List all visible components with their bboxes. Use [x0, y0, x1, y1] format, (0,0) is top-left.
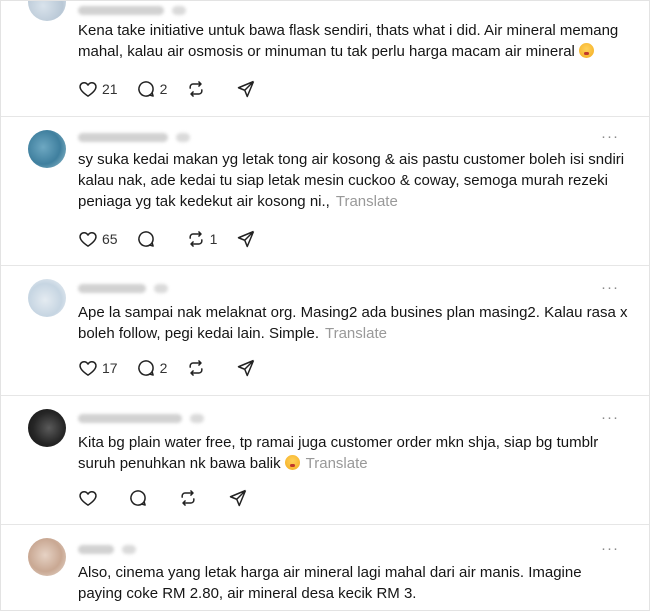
- post-actions: 21 2: [78, 78, 274, 100]
- translate-link[interactable]: Translate: [325, 325, 387, 342]
- post-text: Kita bg plain water free, tp ramai juga …: [78, 434, 599, 472]
- username[interactable]: [78, 5, 164, 15]
- share-button[interactable]: [236, 358, 256, 378]
- like-button[interactable]: 17: [78, 358, 118, 378]
- repost-icon: [188, 360, 203, 376]
- timestamp: [154, 283, 168, 293]
- post: ··· Also, cinema yang letak harga air mi…: [1, 524, 649, 610]
- like-count: 65: [102, 231, 118, 247]
- post-meta: [78, 131, 190, 143]
- reply-icon: [137, 231, 154, 247]
- share-button[interactable]: [236, 79, 256, 99]
- post-text: Ape la sampai nak melaknat org. Masing2 …: [78, 304, 628, 342]
- like-button[interactable]: [78, 488, 110, 508]
- post-text: Kena take initiative untuk bawa flask se…: [78, 22, 619, 60]
- thread-feed: Kena take initiative untuk bawa flask se…: [0, 0, 650, 611]
- heart-icon: [79, 491, 97, 506]
- post: Kena take initiative untuk bawa flask se…: [1, 1, 649, 117]
- more-icon[interactable]: ···: [601, 280, 619, 295]
- heart-icon: [79, 82, 97, 97]
- more-icon[interactable]: ···: [601, 129, 619, 144]
- reply-button[interactable]: [128, 488, 160, 508]
- post-meta: [78, 412, 204, 424]
- repost-button[interactable]: [186, 358, 218, 378]
- post-meta: [78, 543, 136, 555]
- reply-count: 2: [159, 81, 168, 97]
- post: ··· sy suka kedai makan yg letak tong ai…: [1, 116, 649, 266]
- timestamp: [122, 544, 136, 554]
- more-icon[interactable]: ···: [601, 541, 619, 556]
- post-meta: [78, 4, 186, 16]
- repost-button[interactable]: [178, 488, 210, 508]
- post-text: Also, cinema yang letak harga air minera…: [78, 564, 582, 602]
- avatar[interactable]: [28, 538, 66, 576]
- reply-button[interactable]: 2: [136, 358, 168, 378]
- like-button[interactable]: 65: [78, 229, 118, 249]
- post: ··· Ape la sampai nak melaknat org. Masi…: [1, 265, 649, 396]
- post-actions: [78, 487, 266, 509]
- reply-count: 2: [159, 360, 168, 376]
- post-actions: 65 1: [78, 228, 274, 250]
- translate-link[interactable]: Translate: [336, 193, 398, 210]
- avatar[interactable]: [28, 409, 66, 447]
- username[interactable]: [78, 413, 182, 423]
- more-icon[interactable]: ···: [601, 410, 619, 425]
- repost-button[interactable]: [186, 79, 218, 99]
- reply-button[interactable]: 2: [136, 79, 168, 99]
- post-actions: 17 2: [78, 357, 274, 379]
- share-icon: [237, 80, 254, 98]
- share-button[interactable]: [228, 488, 248, 508]
- share-icon: [237, 230, 254, 248]
- username[interactable]: [78, 132, 168, 142]
- repost-icon: [188, 81, 203, 97]
- timestamp: [190, 413, 204, 423]
- like-button[interactable]: 21: [78, 79, 118, 99]
- post: ··· Kita bg plain water free, tp ramai j…: [1, 395, 649, 525]
- avatar[interactable]: [28, 1, 66, 21]
- translate-link[interactable]: Translate: [306, 455, 368, 472]
- reply-button[interactable]: [136, 229, 168, 249]
- reply-icon: [130, 490, 146, 506]
- share-button[interactable]: [236, 229, 256, 249]
- post-meta: [78, 282, 168, 294]
- like-count: 21: [102, 81, 118, 97]
- timestamp: [172, 5, 186, 15]
- avatar[interactable]: [28, 279, 66, 317]
- repost-button[interactable]: 1: [186, 229, 218, 249]
- avatar[interactable]: [28, 130, 66, 168]
- heart-icon: [79, 232, 97, 247]
- emoji-icon: [284, 455, 300, 470]
- heart-icon: [79, 361, 97, 376]
- username[interactable]: [78, 544, 114, 554]
- reply-icon: [137, 81, 154, 97]
- share-icon: [229, 489, 247, 507]
- reply-icon: [137, 360, 154, 376]
- share-icon: [237, 359, 254, 377]
- emoji-icon: [578, 43, 594, 58]
- like-count: 17: [102, 360, 118, 376]
- repost-icon: [188, 231, 203, 247]
- repost-icon: [181, 490, 195, 506]
- post-text: sy suka kedai makan yg letak tong air ko…: [78, 151, 625, 210]
- timestamp: [176, 132, 190, 142]
- repost-count: 1: [209, 231, 218, 247]
- username[interactable]: [78, 283, 146, 293]
